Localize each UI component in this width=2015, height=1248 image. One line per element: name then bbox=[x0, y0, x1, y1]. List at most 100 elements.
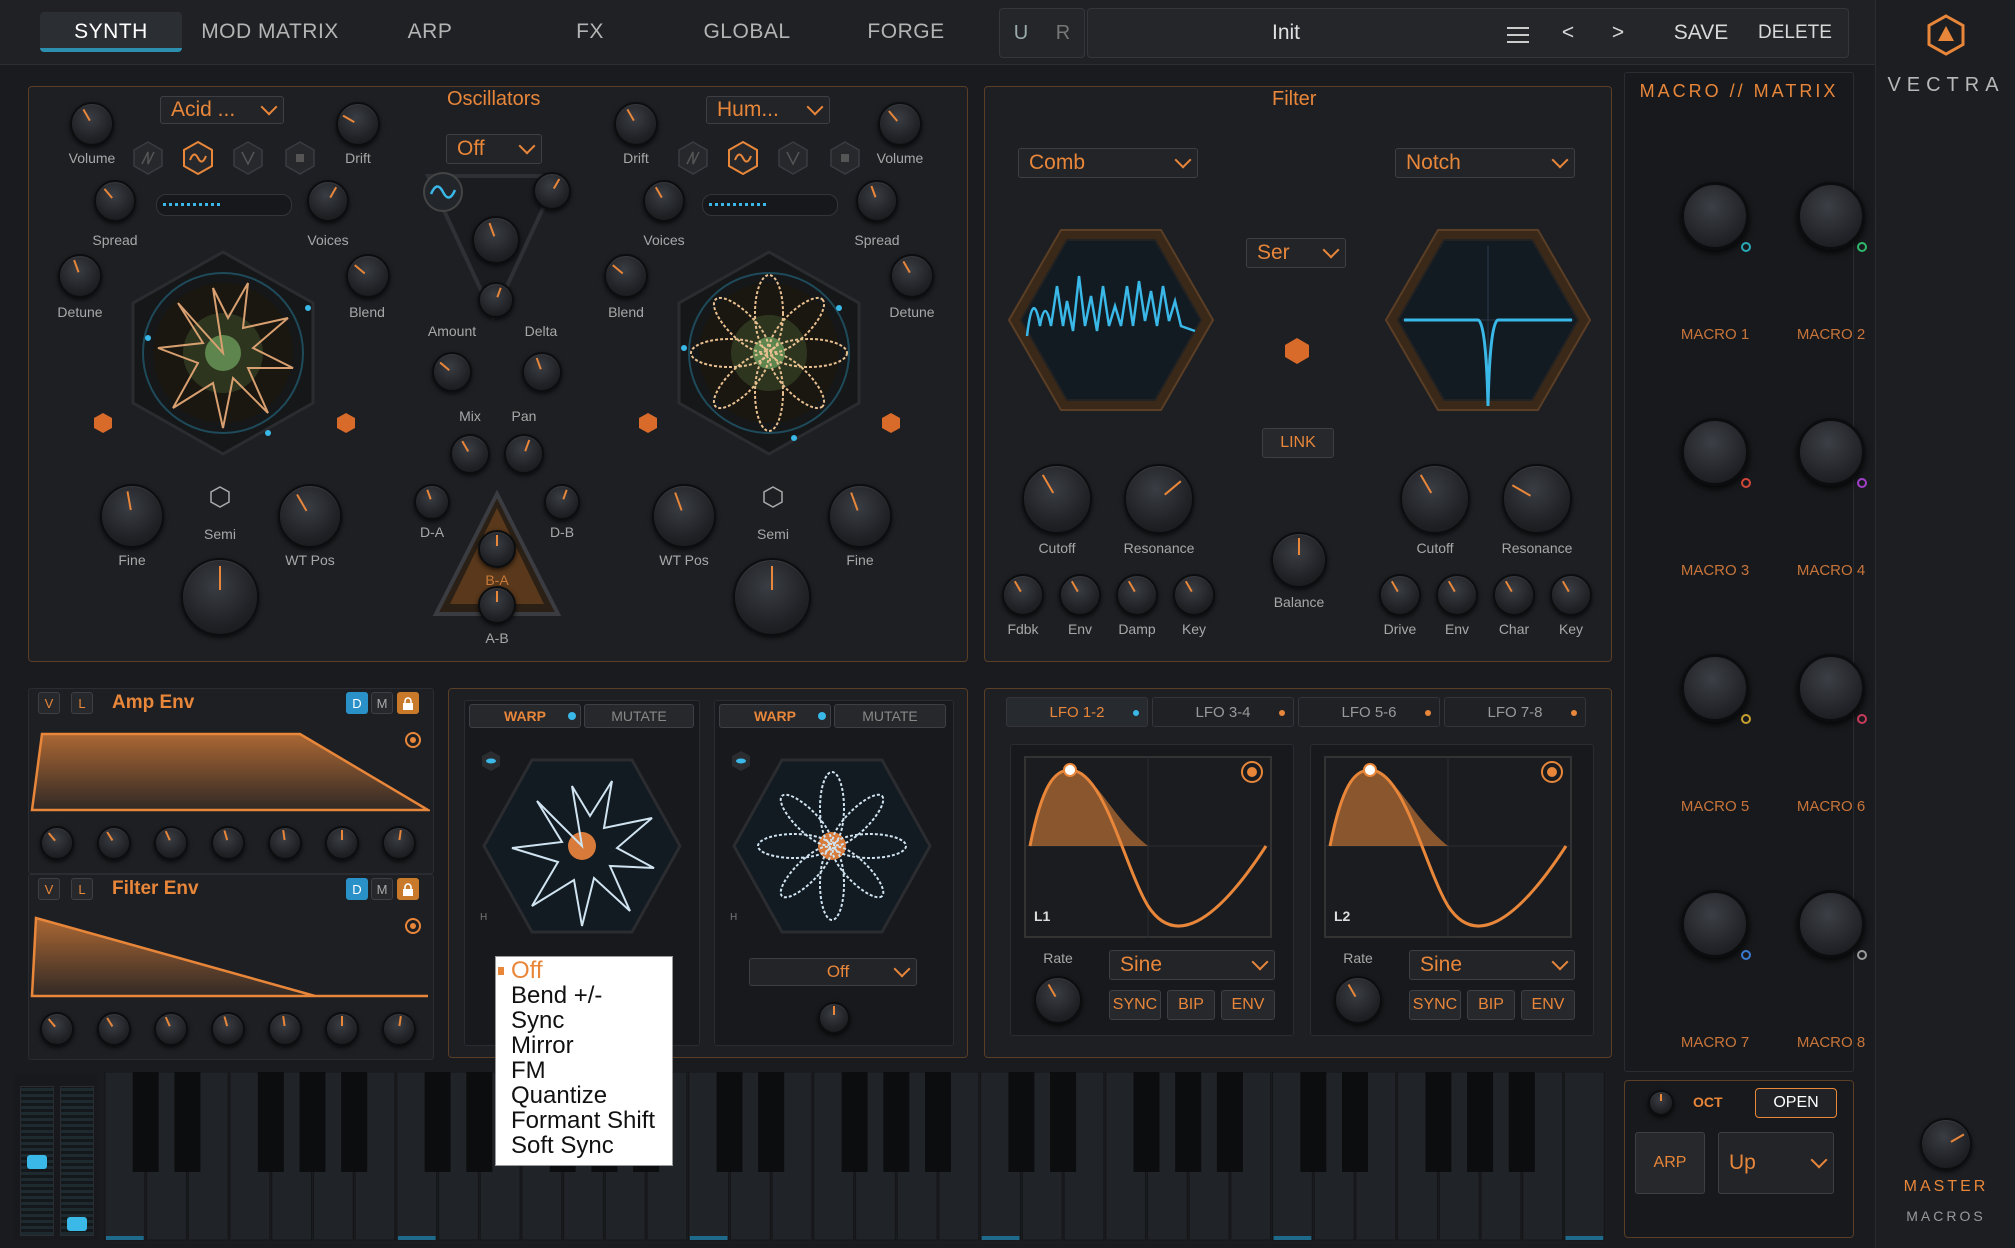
filter-env-graph[interactable] bbox=[30, 908, 430, 1000]
filter1-resonance-knob[interactable] bbox=[1124, 464, 1194, 534]
osc2-drift-knob[interactable] bbox=[614, 102, 658, 146]
lfo2-sync-button[interactable]: SYNC bbox=[1409, 990, 1461, 1020]
black-key[interactable] bbox=[1300, 1072, 1327, 1172]
amp-env-knob-3[interactable] bbox=[154, 826, 188, 860]
filter-env-knob-3[interactable] bbox=[154, 1012, 188, 1046]
menu-item-off[interactable]: Off bbox=[511, 957, 543, 985]
redo-button[interactable]: R bbox=[1042, 9, 1084, 57]
black-key[interactable] bbox=[299, 1072, 326, 1172]
filter-env-m-button[interactable]: M bbox=[371, 878, 393, 900]
warp-a-warp-tab[interactable]: WARP bbox=[469, 704, 581, 728]
osc2-volume-knob[interactable] bbox=[878, 102, 922, 146]
tab-mod-matrix[interactable]: MOD MATRIX bbox=[195, 12, 345, 52]
tab-fx[interactable]: FX bbox=[530, 12, 650, 52]
black-key[interactable] bbox=[1175, 1072, 1202, 1172]
osc1-right-hex-icon[interactable] bbox=[335, 412, 357, 434]
amp-env-l-button[interactable]: L bbox=[71, 692, 93, 714]
black-key[interactable] bbox=[1216, 1072, 1243, 1172]
amp-env-m-button[interactable]: M bbox=[371, 692, 393, 714]
lfo1-sync-button[interactable]: SYNC bbox=[1109, 990, 1161, 1020]
tab-forge[interactable]: FORGE bbox=[846, 12, 966, 52]
filter1-env-knob[interactable] bbox=[1059, 574, 1101, 616]
osc2-right-hex-icon[interactable] bbox=[880, 412, 902, 434]
lfo1-env-button[interactable]: ENV bbox=[1221, 990, 1275, 1020]
osc2-semi-hex-icon[interactable] bbox=[762, 486, 784, 508]
filter-env-v-button[interactable]: V bbox=[38, 878, 60, 900]
osc1-wavetable-select[interactable]: Acid ... bbox=[160, 96, 284, 124]
arp-direction-select[interactable]: Up bbox=[1718, 1132, 1834, 1194]
pitch-wheel[interactable] bbox=[20, 1086, 54, 1236]
black-key[interactable] bbox=[716, 1072, 743, 1172]
osc2-detune-knob[interactable] bbox=[890, 254, 934, 298]
piano-keyboard[interactable] bbox=[104, 1072, 1606, 1244]
amp-env-lock-icon[interactable] bbox=[397, 692, 419, 714]
lfo2-shape-select[interactable]: Sine bbox=[1409, 950, 1575, 980]
save-button[interactable]: SAVE bbox=[1666, 9, 1736, 57]
filter1-key-knob[interactable] bbox=[1173, 574, 1215, 616]
amp-env-knob-7[interactable] bbox=[382, 826, 416, 860]
osc-knob-left[interactable] bbox=[450, 434, 490, 474]
tab-arp[interactable]: ARP bbox=[370, 12, 490, 52]
osc2-semi-knob[interactable] bbox=[733, 558, 811, 636]
black-key[interactable] bbox=[341, 1072, 368, 1172]
filter2-char-knob[interactable] bbox=[1493, 574, 1535, 616]
black-key[interactable] bbox=[1425, 1072, 1452, 1172]
filter-env-l-button[interactable]: L bbox=[71, 878, 93, 900]
filter-env-knob-2[interactable] bbox=[97, 1012, 131, 1046]
osc1-volume-knob[interactable] bbox=[70, 102, 114, 146]
lfo2-graph[interactable] bbox=[1324, 756, 1572, 938]
osc2-wtpos-knob[interactable] bbox=[652, 484, 716, 548]
filter1-response-display[interactable] bbox=[1005, 226, 1217, 414]
osc1-left-hex-icon[interactable] bbox=[92, 412, 114, 434]
next-preset-button[interactable]: > bbox=[1598, 9, 1638, 57]
macro-8-knob[interactable] bbox=[1797, 890, 1865, 958]
menu-item-bend[interactable]: Bend +/- bbox=[511, 982, 602, 1010]
osc1-semi-knob[interactable] bbox=[181, 558, 259, 636]
osc1-drift-knob[interactable] bbox=[336, 102, 380, 146]
arp-open-button[interactable]: OPEN bbox=[1755, 1088, 1837, 1118]
filter2-env-knob[interactable] bbox=[1436, 574, 1478, 616]
osc1-spread-knob[interactable] bbox=[94, 180, 136, 222]
black-key[interactable] bbox=[1133, 1072, 1160, 1172]
osc2-spread-knob[interactable] bbox=[856, 180, 898, 222]
amp-env-knob-5[interactable] bbox=[268, 826, 302, 860]
black-key[interactable] bbox=[1050, 1072, 1077, 1172]
filter2-response-display[interactable] bbox=[1382, 226, 1594, 414]
black-key[interactable] bbox=[174, 1072, 201, 1172]
macro-3-knob[interactable] bbox=[1681, 418, 1749, 486]
osc2-wavetable-display[interactable] bbox=[664, 248, 874, 458]
filter2-key-knob[interactable] bbox=[1550, 574, 1592, 616]
warp-b-mode-select[interactable]: Off bbox=[749, 958, 917, 986]
filter-env-knob-4[interactable] bbox=[211, 1012, 245, 1046]
osc1-wtpos-knob[interactable] bbox=[278, 484, 342, 548]
osc1-wavetable-display[interactable] bbox=[118, 248, 328, 458]
lfo2-bip-button[interactable]: BIP bbox=[1467, 990, 1515, 1020]
osc-sine-button[interactable] bbox=[423, 172, 463, 212]
warp-a-display[interactable] bbox=[482, 756, 682, 936]
lfo1-graph[interactable] bbox=[1024, 756, 1272, 938]
lfo1-shape-select[interactable]: Sine bbox=[1109, 950, 1275, 980]
black-key[interactable] bbox=[466, 1072, 493, 1172]
filter-env-lock-icon[interactable] bbox=[397, 878, 419, 900]
filter-routing-hex-icon[interactable] bbox=[1282, 336, 1312, 366]
master-knob[interactable] bbox=[1920, 1118, 1972, 1170]
black-key[interactable] bbox=[1508, 1072, 1535, 1172]
preset-menu-icon[interactable] bbox=[1498, 9, 1538, 57]
undo-button[interactable]: U bbox=[1000, 9, 1042, 57]
delete-button[interactable]: DELETE bbox=[1758, 9, 1832, 57]
lfo-tab-7-8[interactable]: LFO 7-8 bbox=[1444, 697, 1586, 727]
osc2-fine-knob[interactable] bbox=[828, 484, 892, 548]
mod-wheel[interactable] bbox=[60, 1086, 94, 1236]
osc-mix-mode-select[interactable]: Off bbox=[446, 134, 542, 164]
osc1-wave-shapes[interactable] bbox=[128, 138, 328, 178]
macro-6-knob[interactable] bbox=[1797, 654, 1865, 722]
osc2-left-hex-icon[interactable] bbox=[637, 412, 659, 434]
osc1-fine-knob[interactable] bbox=[100, 484, 164, 548]
black-key[interactable] bbox=[758, 1072, 785, 1172]
menu-item-fm[interactable]: FM bbox=[511, 1057, 546, 1085]
tab-synth[interactable]: SYNTH bbox=[40, 12, 182, 52]
black-key[interactable] bbox=[424, 1072, 451, 1172]
lfo-tab-3-4[interactable]: LFO 3-4 bbox=[1152, 697, 1294, 727]
menu-item-sync[interactable]: Sync bbox=[511, 1007, 564, 1035]
filter2-cutoff-knob[interactable] bbox=[1400, 464, 1470, 534]
